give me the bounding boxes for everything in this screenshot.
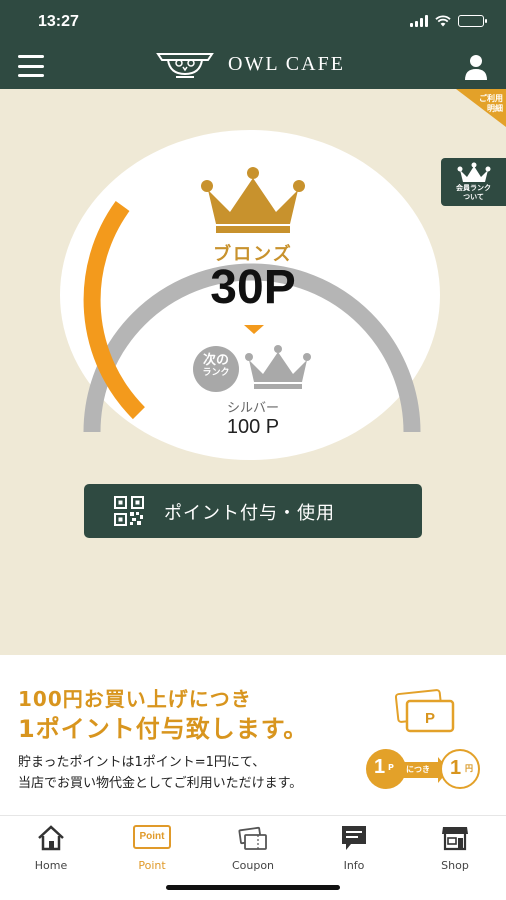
info-description-2: 当店でお買い物代金としてご利用いただけます。 xyxy=(18,776,303,791)
user-icon[interactable] xyxy=(464,54,488,80)
member-rank-about-label: 会員ランク ついて xyxy=(456,184,491,201)
usage-history-label: ご利用 明細 xyxy=(479,94,503,113)
tab-point-label: Point xyxy=(138,859,166,872)
point-info-section: 100円お買い上げにつき 1ポイント付与致します。 貯まったポイントは1ポイント… xyxy=(0,655,506,815)
crown-icon xyxy=(457,162,491,182)
brand-name: OWL CAFE xyxy=(228,52,345,75)
tab-coupon-label: Coupon xyxy=(231,859,275,872)
member-rank-about-button[interactable]: 会員ランク ついて xyxy=(441,158,506,206)
info-icon xyxy=(342,826,366,850)
signal-icon xyxy=(410,15,428,27)
home-icon xyxy=(38,825,64,851)
rate-per-label: につき xyxy=(398,762,440,778)
app-header: OWL CAFE xyxy=(0,44,506,89)
home-indicator xyxy=(166,885,340,890)
wifi-icon xyxy=(435,15,451,27)
usage-history-tab[interactable]: ご利用 明細 xyxy=(444,89,506,127)
rate-yen-circle: 1 円 xyxy=(440,749,480,789)
tab-info-label: Info xyxy=(343,859,365,872)
shop-icon xyxy=(442,827,468,851)
status-icons xyxy=(410,15,487,27)
next-rank-badge: 次の ランク xyxy=(193,346,239,392)
point-grant-use-button[interactable]: ポイント付与・使用 xyxy=(84,484,422,538)
qr-code-icon xyxy=(114,496,144,526)
tab-coupon[interactable]: Coupon xyxy=(213,823,293,872)
card-label: P xyxy=(425,710,435,727)
tab-shop-label: Shop xyxy=(441,859,469,872)
battery-icon xyxy=(458,15,487,27)
tab-home-label: Home xyxy=(34,859,68,872)
info-description-1: 貯まったポイントは1ポイント=1円にて、 xyxy=(18,755,266,770)
info-headline-1: 100円お買い上げにつき xyxy=(18,687,252,711)
status-time: 13:27 xyxy=(38,13,79,30)
bronze-crown-icon xyxy=(201,167,305,233)
down-arrow-icon xyxy=(244,325,264,334)
next-rank-points: 100 P xyxy=(226,416,280,438)
tab-home[interactable]: Home xyxy=(11,823,91,872)
point-tab-icon: Point xyxy=(133,825,171,849)
tab-info[interactable]: Info xyxy=(314,823,394,872)
tab-shop[interactable]: Shop xyxy=(415,823,495,872)
info-headline-2: 1ポイント付与致します。 xyxy=(18,715,309,743)
point-card-icon: P xyxy=(395,689,455,733)
coupon-icon xyxy=(238,826,267,850)
brand-logo: OWL CAFE xyxy=(156,50,345,78)
owl-cup-logo-icon xyxy=(156,53,214,78)
points-value: 30P xyxy=(210,261,296,314)
hamburger-icon[interactable] xyxy=(18,55,44,77)
status-bar: 13:27 xyxy=(0,0,506,44)
next-rank-name: シルバー xyxy=(226,401,279,416)
silver-crown-icon xyxy=(245,345,311,389)
point-grant-use-label: ポイント付与・使用 xyxy=(164,503,335,524)
tab-point[interactable]: Point Point xyxy=(112,823,192,872)
